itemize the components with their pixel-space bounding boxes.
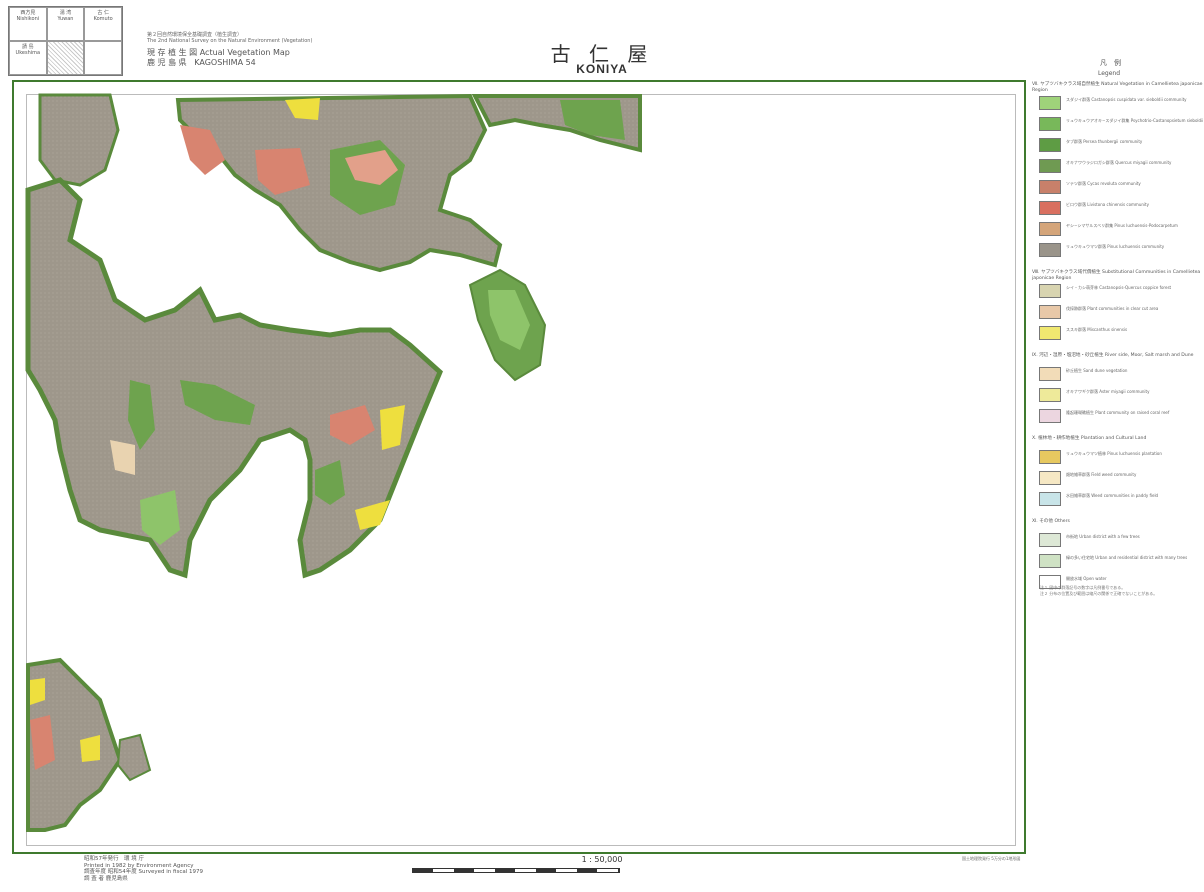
legend-item-label: 砂丘植生 Sand dune vegetation (1066, 368, 1128, 373)
legend-item-label: オキナワウラジロガシ群落 Quercus miyagii community (1066, 160, 1172, 165)
legend-section-heading: Ⅷ. ヤブツバキクラス域代償植生 Substitutional Communit… (1032, 270, 1201, 281)
legend-item: ビロウ群落 Livistona chinensis community (1039, 201, 1204, 215)
legend-swatch (1039, 180, 1061, 194)
legend-item-label: 畑地雑草群落 Field weed community (1066, 472, 1137, 477)
legend-item-label: ビロウ群落 Livistona chinensis community (1066, 202, 1149, 207)
legend-swatch (1039, 96, 1061, 110)
legend-item: 市街地 Urban district with a few trees (1039, 533, 1204, 547)
legend-item-label: ヤシ−シマサルスベリ群集 Pinus luchuensis-Podocarpet… (1066, 223, 1178, 228)
legend-item-label: 隆起珊瑚礁植生 Plant community on raised coral … (1066, 410, 1170, 415)
legend-swatch (1039, 492, 1061, 506)
legend-swatch (1039, 450, 1061, 464)
legend-item-label: 市街地 Urban district with a few trees (1066, 534, 1140, 539)
legend-item: シイ・カシ萌芽林 Castanopsis-Quercus coppice for… (1039, 284, 1204, 298)
legend-swatch (1039, 554, 1061, 568)
legend-swatch (1039, 201, 1061, 215)
legend-item-label: リュウキュウマツ群落 Pinus luchuensis community (1066, 244, 1165, 249)
legend-item-label: タブ群落 Persea thunbergii community (1066, 139, 1143, 144)
legend-item-label: スダジイ群落 Castanopsis cuspidata var. siebol… (1066, 97, 1187, 102)
legend-section-heading: Ⅺ. その他 Others (1032, 519, 1070, 524)
legend-item: 水田雑草群落 Weed communities in paddy field (1039, 492, 1204, 506)
legend-item: タブ群落 Persea thunbergii community (1039, 138, 1204, 152)
scale-label: 1 : 50,000 (581, 855, 623, 864)
legend-item-label: 開放水域 Open water (1066, 576, 1107, 581)
legend-item-label: シイ・カシ萌芽林 Castanopsis-Quercus coppice for… (1066, 285, 1172, 290)
legend-item-label: 水田雑草群落 Weed communities in paddy field (1066, 493, 1159, 498)
legend-swatch (1039, 471, 1061, 485)
legend-swatch (1039, 138, 1061, 152)
legend-swatch (1039, 243, 1061, 257)
forest-patch-ne (560, 100, 625, 140)
surveyed-line: 調査年度 昭和54年度 Surveyed in fiscal 1979 (84, 869, 204, 875)
legend-item: リュウキュウマツ群落 Pinus luchuensis community (1039, 243, 1204, 257)
legend-swatch (1039, 533, 1061, 547)
legend-swatch (1039, 326, 1061, 340)
legend-item: オキナワギク群落 Aster miyagii community (1039, 388, 1204, 402)
legend-swatch (1039, 284, 1061, 298)
legend-swatch (1039, 222, 1061, 236)
legend-swatch (1039, 305, 1061, 319)
legend-item-label: リュウキュウマツ植林 Pinus luchuensis plantation (1066, 451, 1162, 456)
legend-item-label: ススキ群落 Miscanthus sinensis (1066, 327, 1128, 332)
legend-swatch (1039, 117, 1061, 131)
legend-item-label: 伐採跡群落 Plant communities in clear cut are… (1066, 306, 1159, 311)
legend-item: リュウキュウマツ植林 Pinus luchuensis plantation (1039, 450, 1204, 464)
legend-swatch (1039, 159, 1061, 173)
legend-item-label: 緑の多い住宅地 Urban and residential district w… (1066, 555, 1188, 560)
vegetation-map[interactable] (0, 0, 1204, 892)
scale-bar (412, 868, 620, 873)
legend-item: 緑の多い住宅地 Urban and residential district w… (1039, 554, 1204, 568)
legend-item-label: リュウキュウアオキ−スダジイ群集 Psychotrio-Castanopsiet… (1066, 118, 1204, 123)
author-line: 調 査 者 鹿児島県 (84, 875, 128, 882)
base-map-note: 国土地理院発行 5万分の1地形図 (962, 856, 1021, 861)
landmass-northwest (38, 93, 120, 187)
legend-item-label: ソテツ群落 Cycas revoluta community (1066, 181, 1141, 186)
legend-item: ススキ群落 Miscanthus sinensis (1039, 326, 1204, 340)
legend-item: 畑地雑草群落 Field weed community (1039, 471, 1204, 485)
legend-swatch (1039, 367, 1061, 381)
legend-section-heading: Ⅶ. ヤブツバキクラス域自然植生 Natural Vegetation in C… (1032, 82, 1203, 93)
legend-item: リュウキュウアオキ−スダジイ群集 Psychotrio-Castanopsiet… (1039, 117, 1204, 131)
legend-notes: 注１ 図中の群落記号の数字は凡例番号である。 注２ 分布の位置及び範囲は縮尺の関… (1040, 585, 1200, 597)
islet-fsw (116, 733, 152, 782)
legend-section-heading: Ⅹ. 植林地・耕作地植生 Plantation and Cultural Lan… (1032, 436, 1147, 441)
legend-item: 伐採跡群落 Plant communities in clear cut are… (1039, 305, 1204, 319)
legend-note: 注２ 分布の位置及び範囲は縮尺の関係で正確でないことがある。 (1040, 591, 1158, 596)
legend-item: スダジイ群落 Castanopsis cuspidata var. siebol… (1039, 96, 1204, 110)
legend-item: 隆起珊瑚礁植生 Plant community on raised coral … (1039, 409, 1204, 423)
legend-section-heading: Ⅸ. 河辺・湿原・塩沼地・砂丘植生 River side, Moor, Salt… (1032, 353, 1194, 358)
legend-swatch (1039, 388, 1061, 402)
legend-item-label: オキナワギク群落 Aster miyagii community (1066, 389, 1150, 394)
legend-item: ソテツ群落 Cycas revoluta community (1039, 180, 1204, 194)
legend-item: 砂丘植生 Sand dune vegetation (1039, 367, 1204, 381)
legend-item: ヤシ−シマサルスベリ群集 Pinus luchuensis-Podocarpet… (1039, 222, 1204, 236)
legend-swatch (1039, 409, 1061, 423)
legend-item: オキナワウラジロガシ群落 Quercus miyagii community (1039, 159, 1204, 173)
